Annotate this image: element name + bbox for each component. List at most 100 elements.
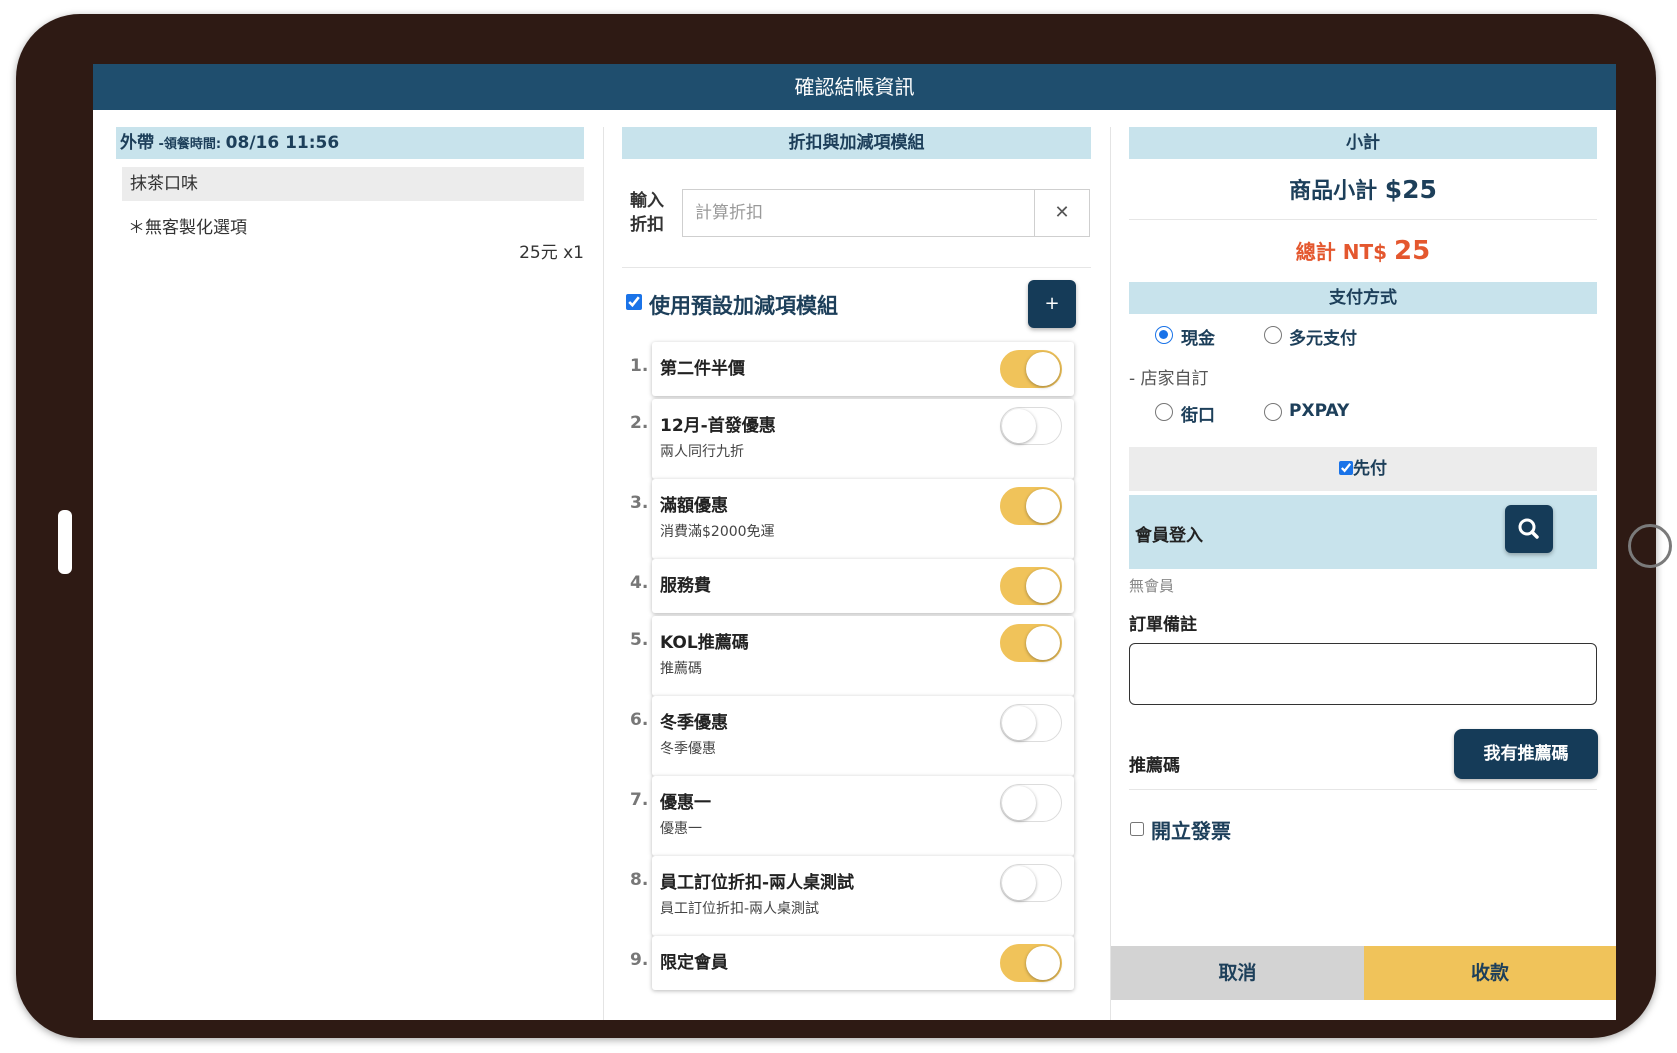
module-row: 9. 限定會員 (622, 932, 1091, 990)
module-row: 2. 12月-首發優惠 兩人同行九折 (622, 395, 1091, 479)
pxpay-radio[interactable] (1264, 403, 1282, 421)
module-title: 限定會員 (660, 953, 728, 973)
module-title: 員工訂位折扣-兩人桌測試 (660, 873, 855, 893)
store-payment-row: 街口 PXPAY (1129, 391, 1597, 435)
module-toggle[interactable] (1000, 624, 1062, 662)
add-module-button[interactable]: + (1028, 280, 1076, 328)
order-item-name: 抹茶口味 (122, 167, 584, 201)
toggle-knob (1002, 786, 1036, 820)
toggle-knob (1026, 626, 1060, 660)
invoice-label: 開立發票 (1151, 819, 1231, 843)
order-header: 外帶 -領餐時間: 08/16 11:56 (116, 127, 584, 159)
module-subtitle: 冬季優惠 (660, 741, 716, 757)
module-card[interactable]: 12月-首發優惠 兩人同行九折 (652, 399, 1074, 479)
module-number: 3. (630, 493, 649, 513)
use-preset-label: 使用預設加減項模組 (649, 294, 838, 318)
prepay-checkbox[interactable] (1339, 461, 1353, 475)
toggle-knob (1002, 409, 1036, 443)
store-custom-label: - 店家自訂 (1129, 369, 1209, 389)
module-title: 優惠一 (660, 793, 711, 813)
module-toggle[interactable] (1000, 407, 1062, 445)
module-toggle[interactable] (1000, 350, 1062, 388)
multi-pay-radio[interactable] (1264, 326, 1282, 344)
module-number: 5. (630, 630, 649, 650)
order-note-label: 訂單備註 (1129, 615, 1197, 635)
order-item-option: ＊無客製化選項 (128, 218, 247, 238)
discount-header: 折扣與加減項模組 (622, 127, 1091, 159)
tablet-frame: 確認結帳資訊 外帶 -領餐時間: 08/16 11:56 抹茶口味 ＊無客製化選… (16, 14, 1672, 1038)
member-search-button[interactable] (1505, 505, 1553, 553)
module-row: 1. 第二件半價 (622, 338, 1091, 396)
module-title: KOL推薦碼 (660, 633, 749, 653)
referral-row: 推薦碼 我有推薦碼 (1129, 729, 1598, 799)
subtotal-header: 小計 (1129, 127, 1597, 159)
module-number: 8. (630, 870, 649, 890)
module-row: 6. 冬季優惠 冬季優惠 (622, 692, 1091, 776)
discount-input[interactable] (682, 189, 1034, 237)
module-card[interactable]: 第二件半價 (652, 342, 1074, 396)
discount-panel: 折扣與加減項模組 輸入折扣 ✕ 使用預設加減項模組 + 1. 第二件半價 2.12月… (622, 127, 1091, 1020)
jiekou-label: 街口 (1181, 406, 1215, 426)
module-title: 12月-首發優惠 (660, 416, 776, 436)
jiekou-radio[interactable] (1155, 403, 1173, 421)
toggle-knob (1026, 946, 1060, 980)
tablet-home-button (1628, 524, 1672, 568)
invoice-row: 開立發票 (1129, 798, 1597, 848)
module-card[interactable]: 優惠一 優惠一 (652, 776, 1074, 856)
module-card[interactable]: 員工訂位折扣-兩人桌測試 員工訂位折扣-兩人桌測試 (652, 856, 1074, 936)
module-card[interactable]: 冬季優惠 冬季優惠 (652, 696, 1074, 776)
prepay-row: 先付 (1129, 447, 1597, 491)
module-row: 7. 優惠一 優惠一 (622, 772, 1091, 856)
discount-input-label: 輸入 折扣 (630, 191, 664, 235)
module-toggle[interactable] (1000, 784, 1062, 822)
member-login-bar: 會員登入 (1129, 495, 1597, 569)
tablet-side-button (58, 510, 72, 574)
pickup-label: -領餐時間: (154, 137, 226, 152)
order-panel: 外帶 -領餐時間: 08/16 11:56 抹茶口味 ＊無客製化選項 25元 x… (116, 127, 584, 263)
module-card[interactable]: 限定會員 (652, 936, 1074, 990)
module-number: 9. (630, 950, 649, 970)
prepay-label: 先付 (1353, 459, 1387, 479)
module-number: 4. (630, 573, 649, 593)
cash-radio[interactable] (1155, 326, 1173, 344)
module-row: 3. 滿額優惠 消費滿$2000免運 (622, 475, 1091, 559)
module-toggle[interactable] (1000, 567, 1062, 605)
module-number: 1. (630, 356, 649, 376)
module-row: 4. 服務費 (622, 555, 1091, 613)
checkout-dialog: 確認結帳資訊 外帶 -領餐時間: 08/16 11:56 抹茶口味 ＊無客製化選… (93, 64, 1616, 1020)
module-toggle[interactable] (1000, 487, 1062, 525)
toggle-knob (1026, 352, 1060, 386)
order-note-input[interactable] (1129, 643, 1597, 705)
pickup-time: 08/16 11:56 (225, 133, 340, 153)
cash-label: 現金 (1181, 329, 1215, 349)
module-row: 8. 員工訂位折扣-兩人桌測試 員工訂位折扣-兩人桌測試 (622, 852, 1091, 936)
member-login-label: 會員登入 (1135, 526, 1203, 546)
column-divider (1110, 127, 1111, 1020)
referral-button[interactable]: 我有推薦碼 (1454, 729, 1598, 779)
module-subtitle: 員工訂位折扣-兩人桌測試 (660, 901, 820, 917)
module-toggle[interactable] (1000, 944, 1062, 982)
grand-total: 總計 NT$ 25 (1295, 236, 1431, 266)
dialog-title: 確認結帳資訊 (93, 64, 1616, 110)
clear-icon[interactable]: ✕ (1034, 189, 1090, 237)
pxpay-label: PXPAY (1289, 401, 1350, 421)
discount-input-row: 輸入折扣 ✕ (622, 189, 1091, 237)
module-toggle[interactable] (1000, 864, 1062, 902)
referral-label: 推薦碼 (1129, 756, 1180, 776)
cancel-button[interactable]: 取消 (1111, 946, 1364, 1000)
summary-panel: 小計 商品小計 $25 總計 NT$ 25 支付方式 現金 多元支付 - 店家自… (1129, 127, 1598, 848)
toggle-knob (1026, 489, 1060, 523)
module-title: 滿額優惠 (660, 496, 728, 516)
module-title: 第二件半價 (660, 359, 745, 379)
checkout-button[interactable]: 收款 (1364, 946, 1616, 1000)
module-toggle[interactable] (1000, 704, 1062, 742)
invoice-checkbox[interactable] (1130, 822, 1144, 836)
multi-pay-label: 多元支付 (1289, 329, 1357, 349)
module-list: 1. 第二件半價 2. 12月-首發優惠 兩人同行九折 3. 滿額優惠 消費滿$2000免運 4… (622, 338, 1091, 990)
module-row: 5. KOL推薦碼 推薦碼 (622, 612, 1091, 696)
module-card[interactable]: KOL推薦碼 推薦碼 (652, 616, 1074, 696)
module-card[interactable]: 滿額優惠 消費滿$2000免運 (652, 479, 1074, 559)
use-preset-checkbox[interactable] (626, 294, 642, 310)
module-card[interactable]: 服務費 (652, 559, 1074, 613)
toggle-knob (1002, 866, 1036, 900)
